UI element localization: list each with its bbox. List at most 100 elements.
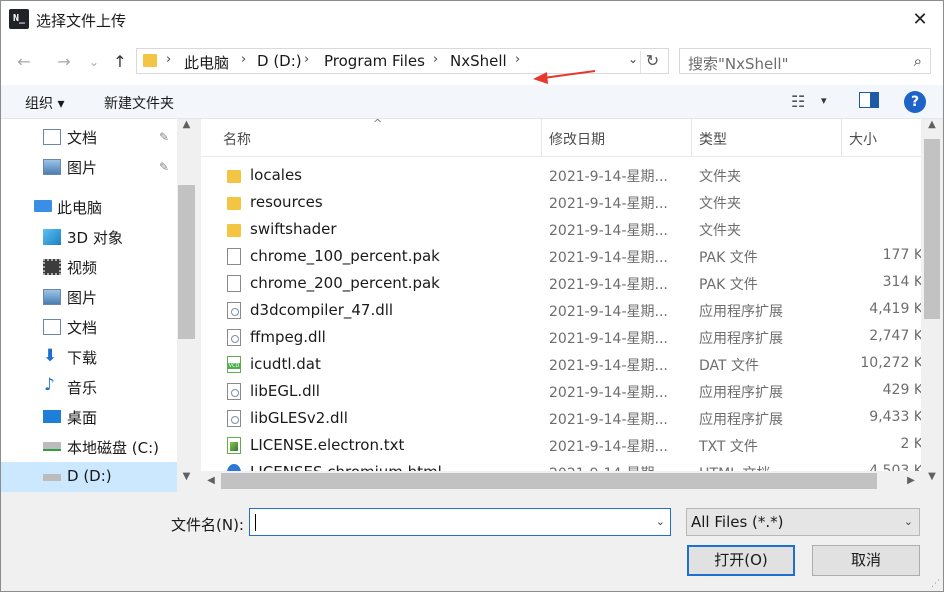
breadcrumb-nxshell[interactable]: NxShell xyxy=(450,52,507,70)
sidebar-item-label: 视频 xyxy=(67,259,98,277)
breadcrumb-program-files[interactable]: Program Files xyxy=(324,52,425,70)
file-row[interactable]: resources 2021-9-14-星期... 文件夹 xyxy=(201,189,921,216)
file-row[interactable]: chrome_100_percent.pak 2021-9-14-星期... PAK… xyxy=(201,243,923,270)
search-input[interactable]: 搜索"NxShell" xyxy=(688,53,789,74)
breadcrumb-separator[interactable]: › xyxy=(241,52,246,67)
file-type-dropdown-icon[interactable]: ⌄ xyxy=(904,515,913,528)
file-type: PAK 文件 xyxy=(699,277,758,293)
cube-icon xyxy=(43,229,61,245)
scroll-right-icon[interactable]: ▶ xyxy=(901,471,921,491)
column-header-date[interactable]: 修改日期 xyxy=(549,129,605,149)
breadcrumb-d-drive[interactable]: D (D:) xyxy=(257,52,302,70)
search-icon[interactable]: ⌕ xyxy=(914,52,922,70)
music-icon: ♪ xyxy=(44,375,55,395)
sidebar-scroll-thumb[interactable] xyxy=(178,185,195,339)
file-name: libGLESv2.dll xyxy=(250,409,348,427)
column-divider[interactable] xyxy=(841,119,842,157)
file-date: 2021-9-14-星期... xyxy=(549,277,668,293)
file-row[interactable]: ffmpeg.dll 2021-9-14-星期... 应用程序扩展 2,747 K xyxy=(201,324,923,351)
file-row[interactable]: icudtl.dat 2021-9-14-星期... DAT 文件 10,272 K xyxy=(201,351,923,378)
file-size: 2 K xyxy=(900,436,923,452)
file-list-horizontal-scrollbar[interactable]: ◀ ▶ xyxy=(201,471,921,491)
search-box[interactable]: 搜索"NxShell" ⌕ xyxy=(679,48,931,74)
horizontal-scroll-thumb[interactable] xyxy=(221,473,877,489)
sidebar-item-documents[interactable]: 文档 xyxy=(1,312,177,342)
scroll-up-icon[interactable]: ▲ xyxy=(177,119,196,139)
file-size: 10,272 K xyxy=(860,355,923,371)
sidebar-item-pictures-quick[interactable]: 图片 ✎ xyxy=(1,152,177,182)
download-icon: ⬇ xyxy=(43,346,58,366)
breadcrumb-separator[interactable]: › xyxy=(433,52,438,67)
recent-locations-button[interactable]: ⌄ xyxy=(83,51,105,73)
organize-menu-button[interactable]: 组织 ▾ xyxy=(25,93,64,113)
back-button[interactable]: ← xyxy=(13,51,35,73)
sidebar-item-this-pc[interactable]: 此电脑 xyxy=(1,192,177,222)
file-row[interactable]: LICENSE.electron.txt 2021-9-14-星期... TXT 文… xyxy=(201,432,923,459)
folder-icon xyxy=(227,170,241,183)
forward-button[interactable]: → xyxy=(53,51,75,73)
column-divider[interactable] xyxy=(541,119,542,157)
sidebar-scrollbar[interactable]: ▲ ▼ xyxy=(177,119,196,491)
sidebar-item-pictures[interactable]: 图片 xyxy=(1,282,177,312)
scroll-left-icon[interactable]: ◀ xyxy=(201,471,221,491)
file-date: 2021-9-14-星期... xyxy=(549,304,668,320)
file-row[interactable]: chrome_200_percent.pak 2021-9-14-星期... PAK… xyxy=(201,270,923,297)
file-row[interactable]: libGLESv2.dll 2021-9-14-星期... 应用程序扩展 9,433 … xyxy=(201,405,923,432)
help-icon[interactable]: ? xyxy=(904,91,926,113)
breadcrumb-separator[interactable]: › xyxy=(515,52,520,67)
sidebar-item-music[interactable]: ♪ 音乐 xyxy=(1,372,177,402)
column-header-type[interactable]: 类型 xyxy=(699,129,727,149)
open-button[interactable]: 打开(O) xyxy=(687,545,795,576)
column-divider[interactable] xyxy=(691,119,692,157)
sidebar-item-desktop[interactable]: 桌面 xyxy=(1,402,177,432)
sidebar-item-videos[interactable]: 视频 xyxy=(1,252,177,282)
file-size: 177 K xyxy=(882,247,923,263)
column-header-name[interactable]: 名称 xyxy=(223,129,251,149)
file-list-vertical-scrollbar[interactable]: ▲ ▼ xyxy=(921,119,943,491)
file-row[interactable]: locales 2021-9-14-星期... 文件夹 xyxy=(201,162,921,189)
new-folder-button[interactable]: 新建文件夹 xyxy=(104,93,174,113)
nxshell-app-icon: N_ xyxy=(9,9,29,29)
file-row[interactable]: libEGL.dll 2021-9-14-星期... 应用程序扩展 429 K xyxy=(201,378,923,405)
address-dropdown-icon[interactable]: ⌄ xyxy=(628,52,638,66)
up-button[interactable]: ↑ xyxy=(109,51,131,73)
file-date: 2021-9-14-星期... xyxy=(549,385,668,401)
file-size: 2,747 K xyxy=(869,328,923,344)
sidebar-item-documents-quick[interactable]: 文档 ✎ xyxy=(1,122,177,152)
scroll-up-icon[interactable]: ▲ xyxy=(921,119,943,139)
cancel-button[interactable]: 取消 xyxy=(812,545,920,576)
sidebar-item-label: 图片 xyxy=(67,289,98,307)
scroll-down-icon[interactable]: ▼ xyxy=(921,471,943,491)
file-type: 文件夹 xyxy=(699,169,741,185)
refresh-icon[interactable]: ↻ xyxy=(640,51,664,73)
sidebar-item-label: 3D 对象 xyxy=(67,229,123,247)
file-row[interactable]: swiftshader 2021-9-14-星期... 文件夹 xyxy=(201,216,921,243)
breadcrumb-this-pc[interactable]: 此电脑 xyxy=(184,52,229,73)
sidebar-item-3d-objects[interactable]: 3D 对象 xyxy=(1,222,177,252)
view-dropdown-icon[interactable]: ▾ xyxy=(821,94,827,107)
sidebar-item-downloads[interactable]: ⬇ 下载 xyxy=(1,342,177,372)
breadcrumb-separator[interactable]: › xyxy=(304,52,309,67)
preview-pane-icon[interactable] xyxy=(859,92,879,108)
file-type-select[interactable]: All Files (*.*) ⌄ xyxy=(686,508,920,536)
column-header-size[interactable]: 大小 xyxy=(849,129,877,149)
resize-grip-icon[interactable]: ⋰ xyxy=(931,579,941,589)
scroll-down-icon[interactable]: ▼ xyxy=(177,471,196,491)
breadcrumb-separator[interactable]: › xyxy=(166,52,171,67)
file-size: 314 K xyxy=(882,274,923,290)
drive-icon xyxy=(43,442,61,451)
file-date: 2021-9-14-星期... xyxy=(549,439,668,455)
filename-input[interactable]: ⌄ xyxy=(249,508,671,536)
sidebar-item-drive-c[interactable]: 本地磁盘 (C:) xyxy=(1,432,177,462)
file-name: ffmpeg.dll xyxy=(250,328,326,346)
vertical-scroll-thumb[interactable] xyxy=(924,139,940,319)
file-row[interactable]: d3dcompiler_47.dll 2021-9-14-星期... 应用程序扩展 4… xyxy=(201,297,923,324)
navigation-bar: ← → ⌄ ↑ › 此电脑 › D (D:) › Program Files ›… xyxy=(1,39,943,85)
view-options-icon[interactable]: ☷ xyxy=(791,92,805,111)
close-button[interactable]: ✕ xyxy=(897,1,943,39)
filename-dropdown-icon[interactable]: ⌄ xyxy=(656,515,665,528)
document-icon xyxy=(43,319,61,335)
sidebar-item-drive-d[interactable]: D (D:) xyxy=(1,462,177,492)
file-name: locales xyxy=(250,166,302,184)
file-type: DAT 文件 xyxy=(699,358,760,374)
